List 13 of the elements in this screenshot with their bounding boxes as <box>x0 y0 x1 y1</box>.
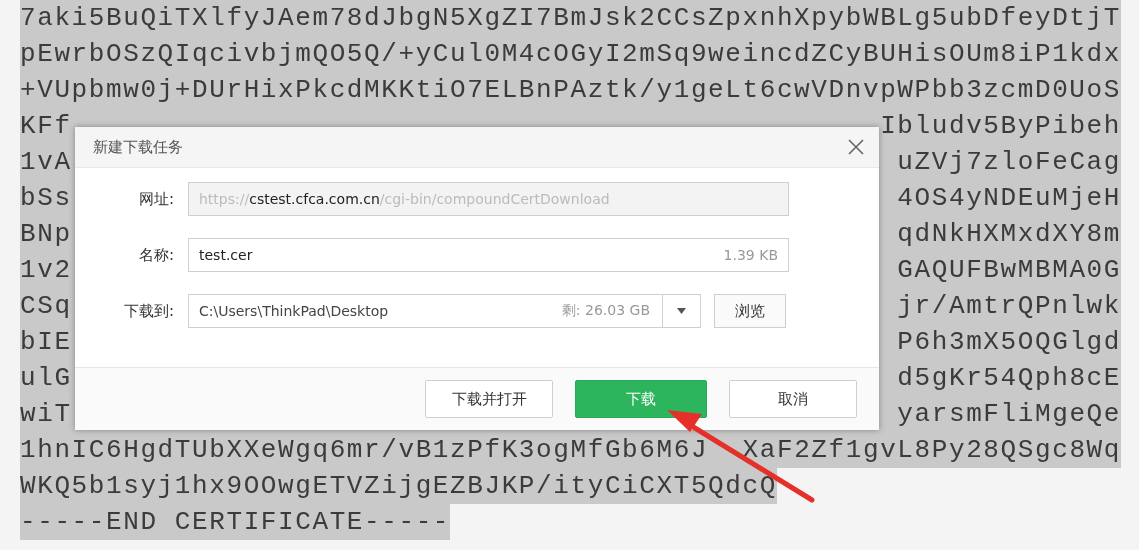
dialog-button[interactable]: 取消 <box>729 380 857 418</box>
dialog-title: 新建下载任务 <box>93 137 183 157</box>
browse-button[interactable]: 浏览 <box>714 294 786 328</box>
free-space: 剩: 26.03 GB <box>561 302 651 320</box>
folder-field[interactable]: C:\Users\ThinkPad\Desktop 剩: 26.03 GB <box>188 294 701 328</box>
caret-icon <box>677 308 686 314</box>
field-label: 名称: <box>137 245 175 265</box>
dialog-button[interactable]: 下载并打开 <box>425 380 553 418</box>
field-label: 下载到: <box>122 301 175 321</box>
file-size: 1.39 KB <box>723 247 778 263</box>
field-label: 网址: <box>137 189 175 209</box>
name-field[interactable]: test.cer 1.39 KB <box>188 238 789 272</box>
close-icon[interactable] <box>847 138 865 156</box>
